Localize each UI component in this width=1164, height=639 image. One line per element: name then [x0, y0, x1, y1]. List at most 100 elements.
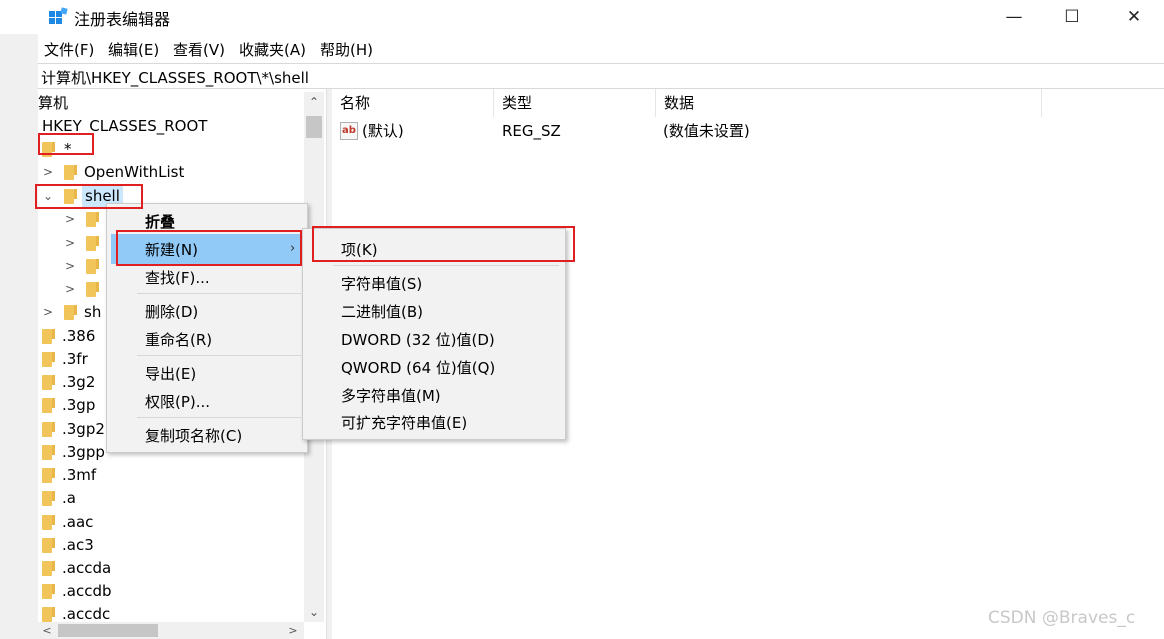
- submenu-item-dword[interactable]: DWORD (32 位)值(D): [341, 329, 495, 350]
- menu-item-find[interactable]: 查找(F)...: [145, 267, 210, 288]
- registry-editor-icon: [49, 7, 68, 24]
- title-bar: 注册表编辑器 — ☐ ✕: [0, 0, 1164, 34]
- close-icon: ✕: [1126, 7, 1142, 27]
- folder-icon: [42, 445, 55, 460]
- menu-item-delete[interactable]: 删除(D): [145, 301, 198, 322]
- minimize-icon: —: [1005, 7, 1023, 27]
- tree-item-label: .accdb: [62, 582, 112, 600]
- scroll-thumb[interactable]: [58, 624, 158, 637]
- table-row[interactable]: ab (默认) REG_SZ (数值未设置): [332, 119, 1032, 143]
- menu-item-permissions[interactable]: 权限(P)...: [145, 391, 210, 412]
- tree-item-ext[interactable]: .ac3: [38, 534, 138, 556]
- watermark: CSDN @Braves_c: [988, 608, 1136, 628]
- menu-separator: [137, 355, 301, 356]
- folder-icon: [42, 329, 55, 344]
- chevron-right-icon[interactable]: >: [42, 161, 54, 183]
- menu-edit[interactable]: 编辑(E): [108, 39, 159, 60]
- menu-item-copy-key-name[interactable]: 复制项名称(C): [145, 425, 242, 446]
- submenu-item-string[interactable]: 字符串值(S): [341, 273, 422, 294]
- annotation-box-shell: [35, 184, 143, 209]
- annotation-box-key: [312, 226, 575, 262]
- folder-icon: [64, 305, 77, 320]
- folder-icon: [42, 398, 55, 413]
- tree-item-ext[interactable]: .a: [38, 487, 138, 509]
- chevron-right-icon[interactable]: >: [42, 301, 54, 323]
- folder-icon: [42, 491, 55, 506]
- address-path: 计算机\HKEY_CLASSES_ROOT\*\shell: [41, 69, 309, 87]
- tree-item-label: .3fr: [62, 350, 88, 368]
- submenu-item-qword[interactable]: QWORD (64 位)值(Q): [341, 357, 495, 378]
- folder-icon: [42, 561, 55, 576]
- column-header-label: 名称: [340, 94, 371, 112]
- menu-view[interactable]: 查看(V): [173, 39, 225, 60]
- chevron-right-icon[interactable]: >: [64, 208, 76, 230]
- menu-separator: [137, 293, 301, 294]
- value-data: (数值未设置): [663, 122, 750, 140]
- scroll-right-icon[interactable]: >: [284, 622, 302, 639]
- folder-icon: [64, 165, 77, 180]
- value-name: (默认): [362, 122, 404, 140]
- tree-item-label: .3mf: [62, 466, 97, 484]
- tree-item-ext[interactable]: .aac: [38, 511, 138, 533]
- tree-item-label: .aac: [62, 513, 94, 531]
- scroll-up-icon[interactable]: ⌃: [304, 92, 324, 112]
- folder-icon: [42, 515, 55, 530]
- scroll-down-icon[interactable]: ⌄: [304, 602, 324, 622]
- folder-icon: [42, 607, 55, 622]
- tree-item-label: .a: [62, 489, 76, 507]
- folder-icon: [42, 538, 55, 553]
- tree-item-label: .3gpp: [62, 443, 105, 461]
- chevron-right-icon[interactable]: >: [64, 278, 76, 300]
- close-button[interactable]: ✕: [1104, 0, 1164, 34]
- window-title: 注册表编辑器: [74, 10, 171, 29]
- tree-item-label: OpenWithList: [84, 163, 185, 181]
- menu-item-rename[interactable]: 重命名(R): [145, 329, 212, 350]
- column-header-data[interactable]: 数据: [656, 89, 1042, 117]
- scroll-thumb[interactable]: [306, 116, 322, 138]
- tree-item-openwithlist[interactable]: > OpenWithList: [38, 161, 238, 183]
- column-header-label: 类型: [502, 94, 533, 112]
- left-edge-strip: [0, 0, 38, 639]
- folder-icon: [86, 282, 99, 297]
- tree-item-ext[interactable]: .3mf: [38, 464, 138, 486]
- chevron-right-icon[interactable]: >: [64, 255, 76, 277]
- column-header-type[interactable]: 类型: [494, 89, 656, 117]
- folder-icon: [42, 422, 55, 437]
- maximize-icon: ☐: [1064, 7, 1080, 27]
- tree-item-ext[interactable]: .accda: [38, 557, 138, 579]
- column-header-label: 数据: [664, 94, 695, 112]
- column-header-name[interactable]: 名称: [332, 89, 494, 117]
- menu-item-export[interactable]: 导出(E): [145, 363, 196, 384]
- tree-item-label: .3gp2: [62, 420, 105, 438]
- folder-icon: [42, 584, 55, 599]
- submenu-item-multistring[interactable]: 多字符串值(M): [341, 385, 441, 406]
- submenu-item-expandstring[interactable]: 可扩充字符串值(E): [341, 412, 467, 433]
- folder-icon: [42, 375, 55, 390]
- scroll-left-icon[interactable]: <: [38, 622, 56, 639]
- address-bar[interactable]: 计算机\HKEY_CLASSES_ROOT\*\shell: [38, 63, 1164, 89]
- menu-separator: [333, 265, 559, 266]
- folder-icon: [42, 468, 55, 483]
- tree-item-computer[interactable]: 算机: [38, 92, 68, 114]
- minimize-button[interactable]: —: [984, 0, 1044, 34]
- tree-item-label: .3g2: [62, 373, 96, 391]
- tree-item-label: 算机: [38, 94, 69, 112]
- folder-icon: [86, 212, 99, 227]
- chevron-right-icon[interactable]: >: [64, 232, 76, 254]
- folder-icon: [86, 236, 99, 251]
- menu-item-collapse[interactable]: 折叠: [145, 211, 175, 232]
- menu-favorites[interactable]: 收藏夹(A): [239, 39, 306, 60]
- value-type: REG_SZ: [502, 122, 561, 140]
- submenu-item-binary[interactable]: 二进制值(B): [341, 301, 423, 322]
- tree-horizontal-scrollbar[interactable]: < >: [38, 622, 304, 639]
- maximize-button[interactable]: ☐: [1042, 0, 1102, 34]
- tree-item-ext[interactable]: .accdb: [38, 580, 138, 602]
- menu-separator: [137, 417, 301, 418]
- menu-file[interactable]: 文件(F): [44, 39, 94, 60]
- tree-item-label: .386: [62, 327, 96, 345]
- menu-bar: 文件(F) 编辑(E) 查看(V) 收藏夹(A) 帮助(H): [0, 37, 1164, 61]
- menu-help[interactable]: 帮助(H): [320, 39, 373, 60]
- annotation-box-new: [116, 230, 302, 266]
- tree-item-label: .3gp: [62, 396, 96, 414]
- annotation-box-star: [38, 133, 94, 155]
